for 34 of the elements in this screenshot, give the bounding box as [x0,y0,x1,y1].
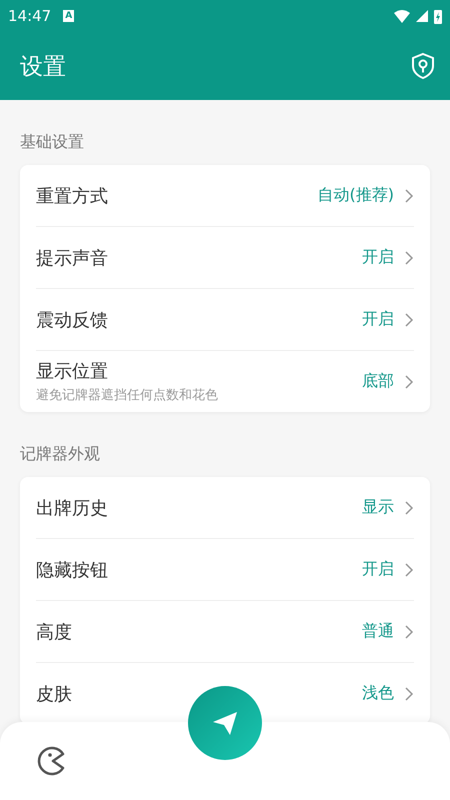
setting-label[interactable]: 高度 [36,620,362,644]
setting-label[interactable]: 隐藏按钮 [36,558,362,582]
chevron-icon [404,500,414,516]
setting-value[interactable]: 开启 [362,309,394,330]
setting-label[interactable]: 皮肤 [36,682,362,706]
notification-icon: A [63,10,74,22]
page-title: 设置 [20,52,66,82]
setting-value[interactable]: 浅色 [362,683,394,704]
setting-value[interactable]: 自动(推荐) [318,185,394,206]
setting-label[interactable]: 震动反馈 [36,308,362,332]
chevron-icon [404,686,414,702]
chevron-icon [404,624,414,640]
setting-value[interactable]: 底部 [362,371,394,392]
section-title: 记牌器外观 [19,443,101,465]
section-title: 基础设置 [19,131,85,153]
chevron-icon [404,562,414,578]
status-time: 14:47 [8,7,52,25]
battery-icon [434,8,442,24]
setting-value[interactable]: 开启 [362,559,394,580]
setting-label[interactable]: 出牌历史 [36,496,362,520]
setting-label[interactable]: 显示位置 [36,359,362,383]
setting-value[interactable]: 开启 [362,247,394,268]
shield-icon[interactable] [410,52,436,80]
chevron-icon [404,188,414,204]
setting-label[interactable]: 重置方式 [36,184,318,208]
chevron-icon [404,250,414,266]
setting-value[interactable]: 显示 [362,497,394,518]
wifi-icon [394,10,410,22]
chevron-icon [404,374,414,390]
setting-value[interactable]: 普通 [362,621,394,642]
chevron-icon [404,312,414,328]
setting-hint: 避免记牌器遮挡任何点数和花色 [36,387,219,404]
signal-icon [416,10,428,22]
setting-label[interactable]: 提示声音 [36,246,362,270]
